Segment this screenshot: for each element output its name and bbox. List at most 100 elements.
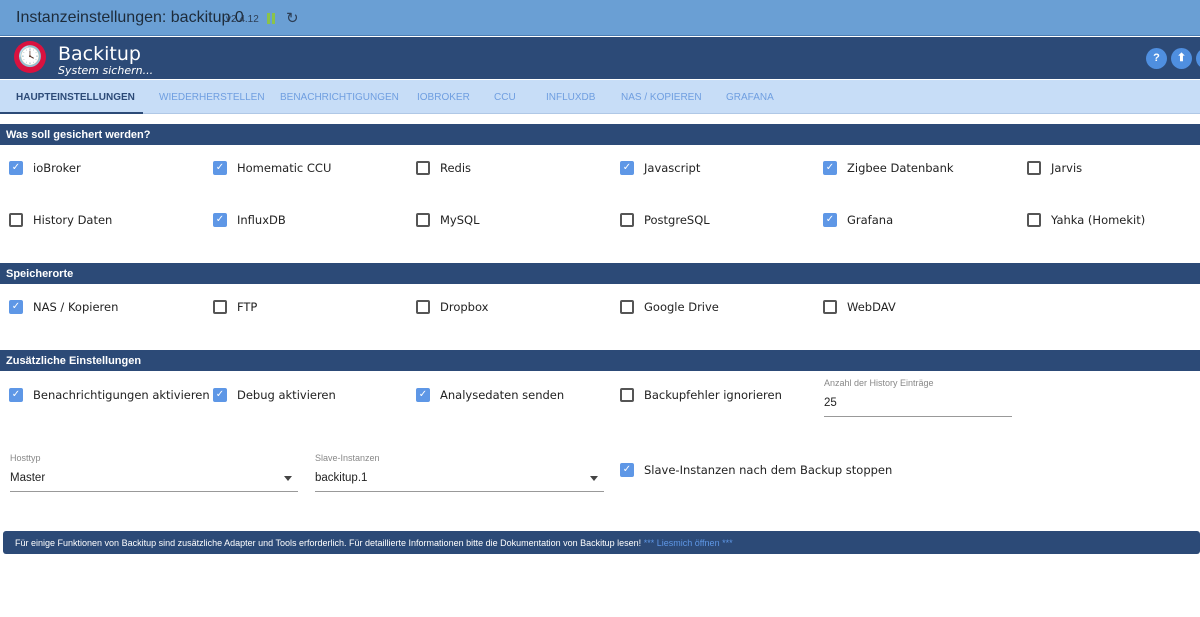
checkbox-label: Grafana xyxy=(847,213,894,227)
checkbox-unchecked-icon[interactable] xyxy=(620,300,634,314)
active-tab-indicator xyxy=(0,112,143,114)
checkbox-label: Jarvis xyxy=(1051,161,1083,175)
checkbox-item[interactable]: ✓ NAS / Kopieren xyxy=(9,300,118,314)
checkbox-checked-icon[interactable]: ✓ xyxy=(213,388,227,402)
checkbox-label: ioBroker xyxy=(33,161,81,175)
checkbox-item[interactable]: ✓ InfluxDB xyxy=(213,213,286,227)
checkbox-checked-icon[interactable]: ✓ xyxy=(620,161,634,175)
checkbox-unchecked-icon[interactable] xyxy=(1027,161,1041,175)
checkbox-label: InfluxDB xyxy=(237,213,286,227)
readme-link[interactable]: *** Liesmich öffnen *** xyxy=(644,538,733,548)
dropdown-caret-icon[interactable] xyxy=(590,476,598,481)
checkbox-label: Slave-Instanzen nach dem Backup stoppen xyxy=(644,463,893,477)
dropdown-caret-icon[interactable] xyxy=(284,476,292,481)
checkbox-unchecked-icon[interactable] xyxy=(416,213,430,227)
checkbox-unchecked-icon[interactable] xyxy=(620,213,634,227)
checkbox-label: Yahka (Homekit) xyxy=(1051,213,1146,227)
checkbox-checked-icon[interactable]: ✓ xyxy=(213,161,227,175)
more-button[interactable] xyxy=(1196,48,1200,69)
checkbox-unchecked-icon[interactable] xyxy=(213,300,227,314)
checkbox-item[interactable]: ✓ Grafana xyxy=(823,213,893,227)
title-bar: Instanzeinstellungen: backitup.0 v2.4.12… xyxy=(0,0,1200,36)
checkbox-item[interactable]: WebDAV xyxy=(823,300,896,314)
tab-iobroker[interactable]: IOBROKER xyxy=(417,92,470,103)
checkbox-item[interactable]: MySQL xyxy=(416,213,480,227)
section-backup: Was soll gesichert werden? xyxy=(0,124,1200,145)
checkbox-unchecked-icon[interactable] xyxy=(416,161,430,175)
brand-subtitle: System sichern... xyxy=(58,64,154,77)
checkbox-item[interactable]: ✓ Zigbee Datenbank xyxy=(823,161,954,175)
checkbox-checked-icon[interactable]: ✓ xyxy=(213,213,227,227)
checkbox-label: Zigbee Datenbank xyxy=(847,161,954,175)
checkbox-item[interactable]: History Daten xyxy=(9,213,112,227)
checkbox-label: Backupfehler ignorieren xyxy=(644,388,782,402)
checkbox-label: WebDAV xyxy=(847,300,896,314)
checkbox-item[interactable]: PostgreSQL xyxy=(620,213,710,227)
checkbox-label: History Daten xyxy=(33,213,113,227)
checkbox-item[interactable]: Backupfehler ignorieren xyxy=(620,388,782,402)
checkbox-item[interactable]: ✓ Javascript xyxy=(620,161,700,175)
checkbox-label: Redis xyxy=(440,161,472,175)
checkbox-item[interactable]: FTP xyxy=(213,300,257,314)
checkbox-label: Javascript xyxy=(644,161,701,175)
checkbox-item[interactable]: Google Drive xyxy=(620,300,719,314)
field-label: Slave-Instanzen xyxy=(315,453,380,463)
checkbox-label: Homematic CCU xyxy=(237,161,332,175)
pause-icon[interactable] xyxy=(267,13,275,24)
checkbox-item[interactable]: ✓ Benachrichtigungen aktivieren xyxy=(9,388,210,402)
tab-influxdb[interactable]: INFLUXDB xyxy=(546,92,595,103)
checkbox-item[interactable]: ✓ Homematic CCU xyxy=(213,161,331,175)
tab-nas-kopieren[interactable]: NAS / KOPIEREN xyxy=(621,92,702,103)
checkbox-checked-icon[interactable]: ✓ xyxy=(9,300,23,314)
checkbox-unchecked-icon[interactable] xyxy=(416,300,430,314)
info-text: Für einige Funktionen von Backitup sind … xyxy=(15,538,644,548)
checkbox-label: MySQL xyxy=(440,213,480,227)
checkbox-label: Analysedaten senden xyxy=(440,388,565,402)
checkbox-unchecked-icon[interactable] xyxy=(823,300,837,314)
checkbox-item[interactable]: Jarvis xyxy=(1027,161,1082,175)
info-banner: Für einige Funktionen von Backitup sind … xyxy=(3,531,1200,554)
version-label: v2.4.12 xyxy=(226,14,259,25)
section-storage: Speicherorte xyxy=(0,263,1200,284)
checkbox-item[interactable]: Dropbox xyxy=(416,300,488,314)
checkbox-checked-icon[interactable]: ✓ xyxy=(823,213,837,227)
checkbox-label: PostgreSQL xyxy=(644,213,710,227)
tab-benachrichtigungen[interactable]: BENACHRICHTIGUNGEN xyxy=(280,92,399,103)
checkbox-label: Benachrichtigungen aktivieren xyxy=(33,388,210,402)
checkbox-label: NAS / Kopieren xyxy=(33,300,119,314)
field-label: Hosttyp xyxy=(10,453,41,463)
adapter-header: 🕓 Backitup System sichern... ? ⬆ xyxy=(0,37,1200,79)
checkbox-item[interactable]: Yahka (Homekit) xyxy=(1027,213,1145,227)
checkbox-item[interactable]: ✓ Debug aktivieren xyxy=(213,388,336,402)
checkbox-label: Debug aktivieren xyxy=(237,388,336,402)
window-title: Instanzeinstellungen: backitup.0 xyxy=(16,9,244,26)
checkbox-item[interactable]: ✓ Analysedaten senden xyxy=(416,388,564,402)
checkbox-item[interactable]: ✓ ioBroker xyxy=(9,161,81,175)
checkbox-item[interactable]: ✓ Slave-Instanzen nach dem Backup stoppen xyxy=(620,463,892,477)
checkbox-checked-icon[interactable]: ✓ xyxy=(416,388,430,402)
history-count-field[interactable]: Anzahl der History Einträge 25 xyxy=(824,378,1012,417)
tab-ccu[interactable]: CCU xyxy=(494,92,516,103)
checkbox-label: Google Drive xyxy=(644,300,719,314)
backitup-logo-icon: 🕓 xyxy=(14,41,46,73)
checkbox-item[interactable]: Redis xyxy=(416,161,471,175)
checkbox-unchecked-icon[interactable] xyxy=(1027,213,1041,227)
tab-wiederherstellen[interactable]: WIEDERHERSTELLEN xyxy=(159,92,265,103)
help-button[interactable]: ? xyxy=(1146,48,1167,69)
tab-haupteinstellungen[interactable]: HAUPTEINSTELLUNGEN xyxy=(16,92,135,103)
upload-button[interactable]: ⬆ xyxy=(1171,48,1192,69)
checkbox-checked-icon[interactable]: ✓ xyxy=(823,161,837,175)
checkbox-unchecked-icon[interactable] xyxy=(620,388,634,402)
checkbox-checked-icon[interactable]: ✓ xyxy=(620,463,634,477)
checkbox-label: FTP xyxy=(237,300,258,314)
checkbox-checked-icon[interactable]: ✓ xyxy=(9,161,23,175)
slave-instances-value: backitup.1 xyxy=(315,472,368,484)
slave-instances-select[interactable]: Slave-Instanzen backitup.1 xyxy=(315,453,604,492)
hosttyp-select[interactable]: Hosttyp Master xyxy=(10,453,298,492)
checkbox-unchecked-icon[interactable] xyxy=(9,213,23,227)
tab-bar: HAUPTEINSTELLUNGEN WIEDERHERSTELLEN BENACH… xyxy=(0,80,1200,114)
history-count-input[interactable]: 25 xyxy=(824,397,1012,417)
reload-icon[interactable]: ↻ xyxy=(286,9,299,27)
tab-grafana[interactable]: GRAFANA xyxy=(726,92,774,103)
checkbox-checked-icon[interactable]: ✓ xyxy=(9,388,23,402)
